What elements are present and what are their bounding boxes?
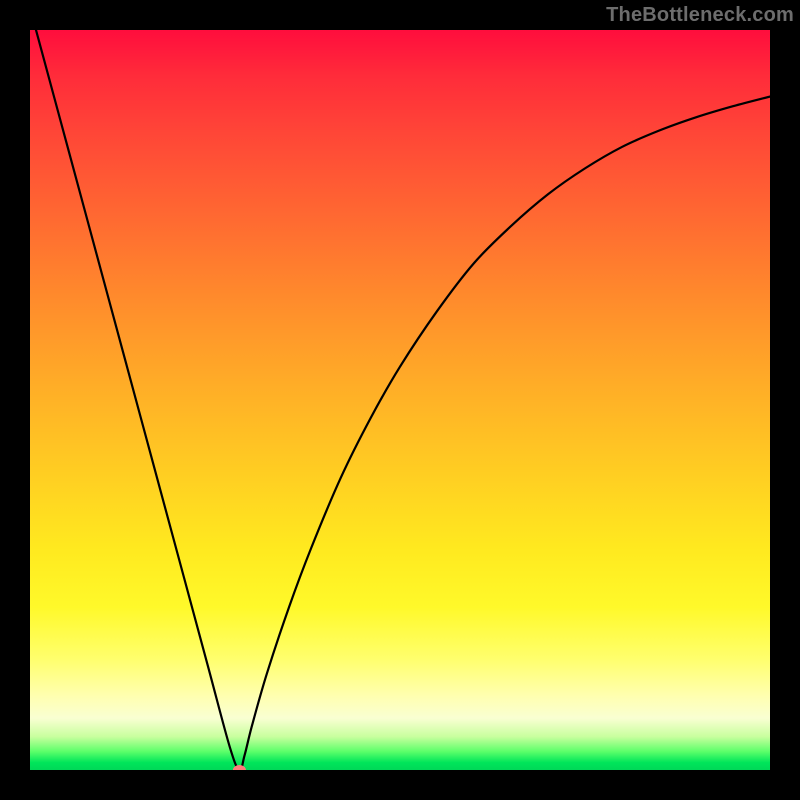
- minimum-marker: [233, 765, 246, 770]
- chart-svg: [30, 30, 770, 770]
- watermark-text: TheBottleneck.com: [606, 4, 794, 27]
- chart-frame: TheBottleneck.com: [0, 0, 800, 800]
- plot-area: [30, 30, 770, 770]
- bottleneck-curve: [30, 30, 770, 770]
